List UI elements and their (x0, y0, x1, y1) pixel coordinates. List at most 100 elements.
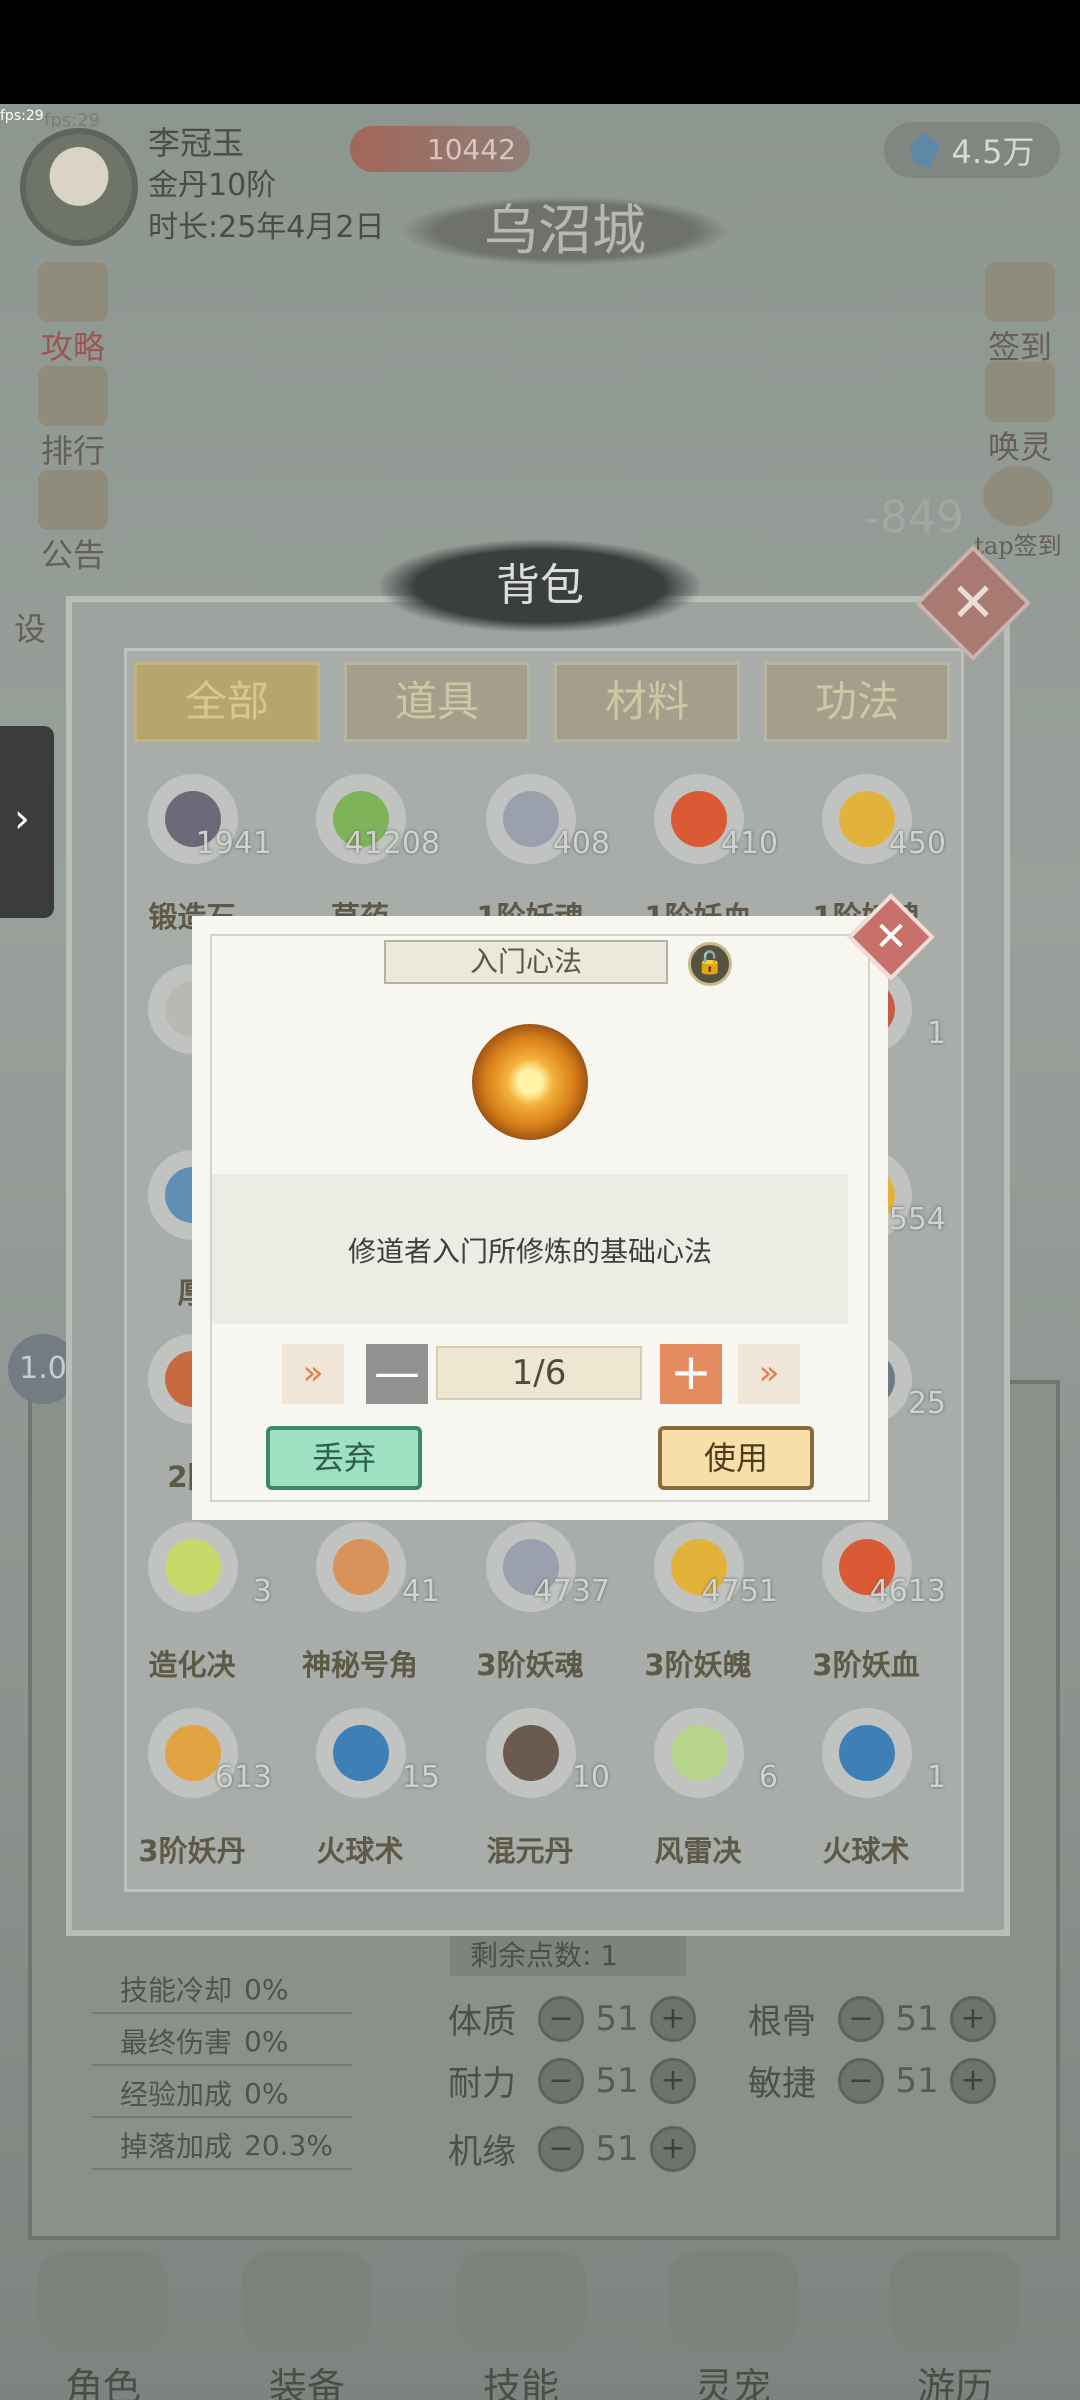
item-name: 3阶妖魂 (476, 1648, 584, 1682)
nav-label: 游历 (916, 2365, 993, 2400)
item-count: 15 (401, 1760, 440, 1795)
attr-name: 敏捷 (748, 2064, 816, 2104)
attr-value: 51 (595, 2128, 639, 2169)
attr-value: 51 (895, 2060, 939, 2101)
strategy-button[interactable]: 攻略 (28, 262, 118, 368)
ranking-label: 排行 (40, 432, 105, 470)
stat-exp-bonus: 经验加成 0% (92, 2070, 352, 2118)
item-count: 1 (926, 1760, 946, 1795)
use-button[interactable]: 使用 (658, 1426, 814, 1490)
item-name: 火球术 (822, 1834, 910, 1868)
item-icon (486, 1708, 576, 1798)
nav-equipment[interactable]: 装备 (222, 2250, 392, 2400)
attr-minus-button[interactable]: − (538, 1995, 584, 2042)
attr-plus-button[interactable]: + (650, 1995, 696, 2042)
bottom-navigation: 角色 装备 技能 灵宠 游历 (0, 2250, 1080, 2400)
tab-all[interactable]: 全部 (134, 662, 320, 742)
attr-minus-button[interactable]: − (838, 2057, 884, 2104)
item-art-icon (839, 791, 895, 847)
quantity-plus-button[interactable]: + (660, 1344, 722, 1404)
inventory-item[interactable]: 3 造化决 (112, 1522, 272, 1702)
attr-name: 耐力 (448, 2064, 516, 2104)
tap-checkin-icon (983, 466, 1053, 526)
attr-minus-button[interactable]: − (838, 1995, 884, 2042)
nav-label: 角色 (64, 2365, 141, 2400)
nav-label: 灵宠 (694, 2365, 771, 2400)
item-art-icon (333, 1539, 389, 1595)
settings-button[interactable]: 设 (0, 604, 60, 650)
settings-label: 设 (13, 610, 46, 648)
attr-luck: 机缘 − 51 + (448, 2124, 696, 2173)
inventory-item[interactable]: 15 火球术 (280, 1708, 440, 1888)
player-realm: 金丹10阶 (148, 168, 277, 203)
nav-character[interactable]: 角色 (18, 2250, 188, 2400)
inventory-item[interactable]: 4613 3阶妖血 (786, 1522, 946, 1702)
inventory-item[interactable]: 6 风雷决 (618, 1708, 778, 1888)
item-art-icon (503, 791, 559, 847)
city-name: 乌沼城 (400, 196, 730, 266)
attr-plus-button[interactable]: + (650, 2057, 696, 2104)
inventory-item[interactable]: 41 神秘号角 (280, 1522, 440, 1702)
quantity-display[interactable]: 1/6 (436, 1346, 642, 1400)
item-name: 混元丹 (486, 1834, 574, 1868)
quantity-minus-button[interactable]: — (366, 1344, 428, 1404)
tab-props[interactable]: 道具 (344, 662, 530, 742)
player-name: 李冠玉 (148, 124, 245, 162)
notice-button[interactable]: 公告 (28, 470, 118, 576)
attr-minus-button[interactable]: − (538, 2125, 584, 2172)
item-count: 10 (571, 1760, 610, 1795)
nav-travel[interactable]: 游历 (870, 2250, 1040, 2400)
inventory-item[interactable]: 4751 3阶妖魄 (618, 1522, 778, 1702)
inventory-item[interactable]: 613 3阶妖丹 (112, 1708, 272, 1888)
attr-endurance: 耐力 − 51 + (448, 2056, 696, 2105)
quantity-min-button[interactable]: » (282, 1344, 344, 1404)
item-icon (316, 1708, 406, 1798)
nav-skills[interactable]: 技能 (436, 2250, 606, 2400)
attr-agility: 敏捷 − 51 + (748, 2056, 996, 2105)
quantity-max-button[interactable]: » (738, 1344, 800, 1404)
pet-fox-icon (668, 2250, 798, 2350)
backpack-title: 背包 (380, 540, 700, 632)
item-count: 1941 (195, 826, 272, 861)
nav-pets[interactable]: 灵宠 (648, 2250, 818, 2400)
player-avatar[interactable] (20, 128, 138, 246)
item-art-icon (165, 1725, 221, 1781)
attr-plus-button[interactable]: + (950, 2057, 996, 2104)
inventory-item[interactable]: 4737 3阶妖魂 (450, 1522, 610, 1702)
attr-minus-button[interactable]: − (538, 2057, 584, 2104)
attr-name: 根骨 (748, 2002, 816, 2042)
item-count: 6 (758, 1760, 778, 1795)
discard-button[interactable]: 丢弃 (266, 1426, 422, 1490)
stat-label: 掉落加成 (120, 2130, 233, 2163)
unlock-icon[interactable]: 🔓 (688, 942, 732, 986)
attr-plus-button[interactable]: + (650, 2125, 696, 2172)
chevron-right-icon: › (14, 796, 30, 842)
item-count: 4613 (869, 1574, 946, 1609)
gem-balance[interactable]: 4.5万 (884, 122, 1060, 178)
attr-name: 机缘 (448, 2132, 516, 2172)
summon-button[interactable]: 唤灵 (972, 362, 1068, 468)
item-icon (316, 1522, 406, 1612)
inventory-item[interactable]: 1 火球术 (786, 1708, 946, 1888)
skills-icon (456, 2250, 586, 2350)
nav-label: 技能 (482, 2365, 559, 2400)
item-count: 1 (926, 1016, 946, 1051)
tab-materials[interactable]: 材料 (554, 662, 740, 742)
item-name: 3阶妖血 (812, 1648, 920, 1682)
ranking-scroll-icon (38, 366, 108, 426)
side-drawer-toggle[interactable]: › (0, 726, 54, 918)
tab-skills[interactable]: 功法 (764, 662, 950, 742)
stat-label: 经验加成 (120, 2078, 233, 2111)
item-art-icon (503, 1725, 559, 1781)
checkin-button[interactable]: 签到 (972, 262, 1068, 368)
close-icon: ✕ (874, 914, 908, 960)
ranking-button[interactable]: 排行 (28, 366, 118, 472)
tap-checkin-button[interactable]: tap签到 (962, 466, 1074, 561)
item-art-icon (165, 1539, 221, 1595)
item-name: 3阶妖魄 (644, 1648, 752, 1682)
stat-value: 20.3% (244, 2128, 333, 2162)
item-art-icon (671, 1725, 727, 1781)
fps-counter: fps:29 (0, 108, 44, 124)
attr-plus-button[interactable]: + (950, 1995, 996, 2042)
inventory-item[interactable]: 10 混元丹 (450, 1708, 610, 1888)
